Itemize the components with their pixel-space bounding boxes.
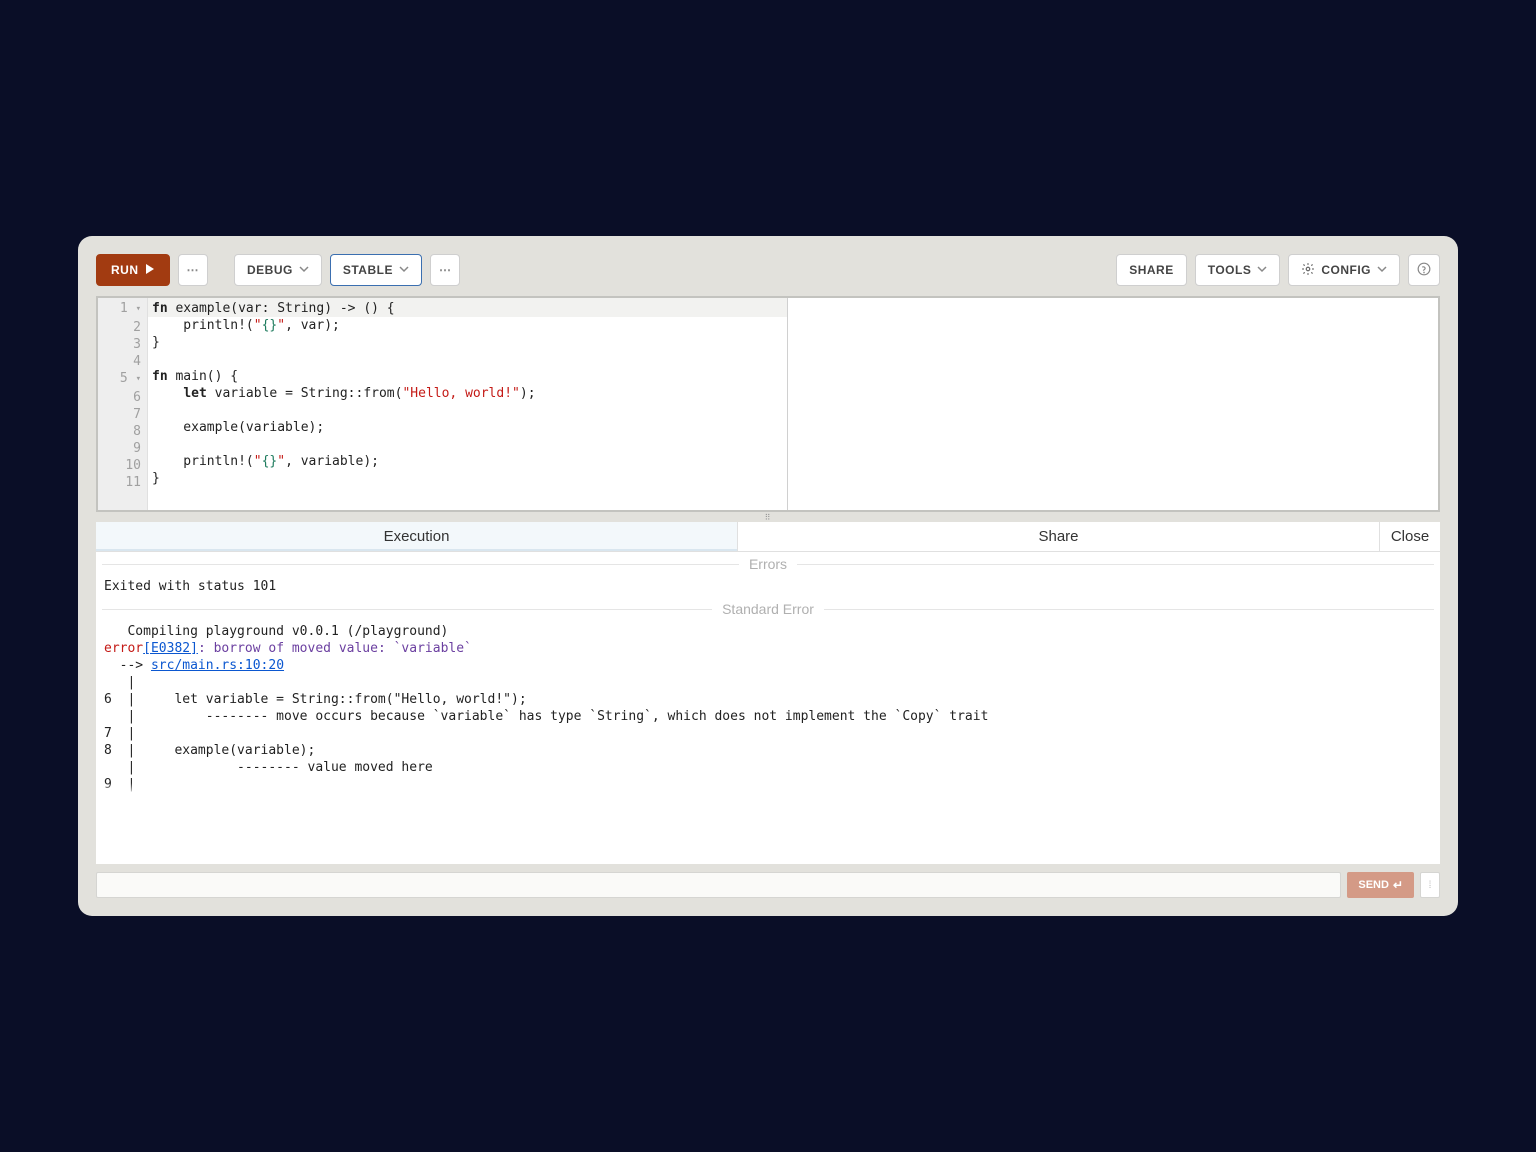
resize-handle[interactable]: ⠿ bbox=[96, 514, 1440, 522]
stdin-bar: SEND ↵ ⁞ bbox=[96, 872, 1440, 898]
channel-label: STABLE bbox=[343, 263, 393, 277]
more-icon: ⁞ bbox=[1429, 880, 1432, 891]
error-code-link[interactable]: [E0382] bbox=[143, 641, 198, 656]
tab-share[interactable]: Share bbox=[738, 522, 1380, 551]
toolbar: RUN ⋯ DEBUG STABLE ⋯ SHARE bbox=[96, 254, 1440, 286]
play-icon bbox=[145, 263, 155, 277]
run-label: RUN bbox=[111, 263, 139, 277]
chevron-down-icon bbox=[1377, 263, 1387, 277]
config-label: CONFIG bbox=[1321, 263, 1371, 277]
output-panel: Execution Share Close Errors Exited with… bbox=[96, 522, 1440, 864]
config-button[interactable]: CONFIG bbox=[1288, 254, 1400, 286]
stderr-body: Compiling playground v0.0.1 (/playground… bbox=[96, 621, 1440, 795]
help-button[interactable] bbox=[1408, 254, 1440, 286]
code-content[interactable]: fn example(var: String) -> () { println!… bbox=[148, 298, 788, 510]
errors-body: Exited with status 101 bbox=[96, 576, 1440, 597]
code-editor[interactable]: 1 ▾ 2 3 4 5 ▾ 6 7 8 9 10 11 fn example(v… bbox=[96, 296, 1440, 512]
output-tabs: Execution Share Close bbox=[96, 522, 1440, 552]
gear-icon bbox=[1301, 262, 1315, 279]
tab-execution[interactable]: Execution bbox=[96, 522, 738, 551]
stderr-divider: Standard Error bbox=[96, 597, 1440, 621]
chevron-down-icon bbox=[399, 263, 409, 277]
enter-icon: ↵ bbox=[1393, 878, 1403, 892]
mode-more-button[interactable]: ⋯ bbox=[430, 254, 461, 286]
tools-button[interactable]: TOOLS bbox=[1195, 254, 1281, 286]
channel-button[interactable]: STABLE bbox=[330, 254, 422, 286]
send-label: SEND bbox=[1358, 879, 1389, 891]
errors-label: Errors bbox=[749, 556, 787, 572]
debug-button[interactable]: DEBUG bbox=[234, 254, 322, 286]
debug-label: DEBUG bbox=[247, 263, 293, 277]
send-button[interactable]: SEND ↵ bbox=[1347, 872, 1414, 898]
chevron-down-icon bbox=[299, 263, 309, 277]
run-button[interactable]: RUN bbox=[96, 254, 170, 286]
stdin-input[interactable] bbox=[96, 872, 1341, 898]
chevron-down-icon bbox=[1257, 263, 1267, 277]
errors-divider: Errors bbox=[96, 552, 1440, 576]
tab-close[interactable]: Close bbox=[1380, 522, 1440, 551]
share-label: SHARE bbox=[1129, 263, 1174, 277]
stdin-more-button[interactable]: ⁞ bbox=[1420, 872, 1440, 898]
tools-label: TOOLS bbox=[1208, 263, 1252, 277]
exit-status: Exited with status 101 bbox=[104, 579, 276, 594]
error-location-link[interactable]: src/main.rs:10:20 bbox=[151, 658, 284, 673]
ellipsis-icon: ⋯ bbox=[439, 263, 452, 277]
ellipsis-icon: ⋯ bbox=[187, 263, 200, 277]
run-more-button[interactable]: ⋯ bbox=[178, 254, 209, 286]
share-button[interactable]: SHARE bbox=[1116, 254, 1187, 286]
editor-right-pane bbox=[788, 298, 1438, 510]
playground-window: RUN ⋯ DEBUG STABLE ⋯ SHARE bbox=[78, 236, 1458, 916]
line-gutter: 1 ▾ 2 3 4 5 ▾ 6 7 8 9 10 11 bbox=[98, 298, 148, 510]
help-icon bbox=[1417, 262, 1431, 279]
stderr-label: Standard Error bbox=[722, 601, 814, 617]
